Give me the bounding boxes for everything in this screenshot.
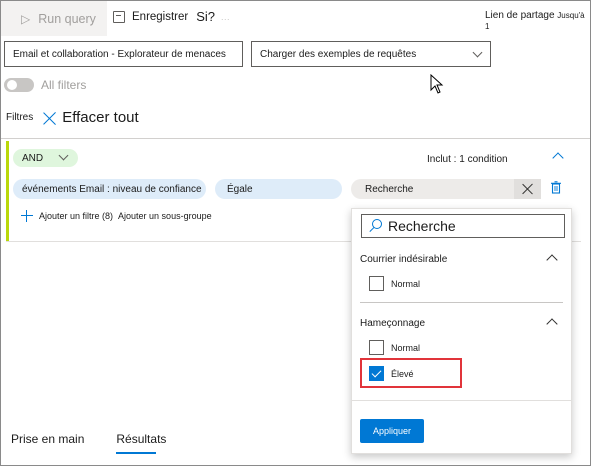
- share-link-label: Lien de partage: [485, 10, 555, 21]
- add-subgroup-button[interactable]: Ajouter un sous-groupe: [118, 211, 212, 221]
- filters-header: Filtres Effacer tout: [6, 109, 139, 126]
- all-filters-toggle-row: All filters: [4, 78, 86, 92]
- dropdown-search-placeholder: Recherche: [388, 218, 456, 234]
- confidence-level-dropdown-panel: Recherche Courrier indésirable Normal Ha…: [351, 208, 572, 454]
- clear-value-icon[interactable]: [514, 179, 541, 199]
- delete-condition-icon[interactable]: [551, 181, 561, 194]
- highlight-box: [360, 358, 462, 388]
- checkbox[interactable]: [369, 340, 384, 355]
- condition-operator-label: Égale: [227, 183, 253, 195]
- tab-getting-started[interactable]: Prise en main: [11, 432, 84, 446]
- option-label: Normal: [391, 342, 421, 353]
- save-separator: Si?: [196, 9, 216, 24]
- group-operator-dropdown[interactable]: AND: [13, 149, 78, 167]
- condition-value-input[interactable]: Recherche: [351, 179, 541, 199]
- run-query-label: Run query: [38, 11, 96, 26]
- explorer-selector[interactable]: Email et collaboration - Explorateur de …: [4, 41, 243, 67]
- divider: [352, 400, 571, 401]
- share-link-button[interactable]: Lien de partage Jusqu'à 1: [485, 10, 590, 32]
- include-condition-count: Inclut : 1 condition: [427, 154, 508, 165]
- collapse-section-icon[interactable]: [546, 318, 558, 330]
- save-label: Enregistrer: [132, 10, 189, 23]
- all-filters-label: All filters: [41, 78, 87, 92]
- section-title-phish: Hameçonnage: [360, 318, 426, 329]
- option-spam-normal[interactable]: Normal: [369, 276, 420, 291]
- toolbar: ▷ Run query Enregistrer Si? ... Lien de …: [1, 1, 590, 36]
- checkbox[interactable]: [369, 276, 384, 291]
- condition-operator-dropdown[interactable]: Égale: [215, 179, 342, 199]
- collapse-section-icon[interactable]: [546, 254, 558, 266]
- clear-all-button[interactable]: Effacer tout: [62, 109, 138, 126]
- run-query-button[interactable]: ▷ Run query: [1, 1, 107, 36]
- add-icon: [21, 210, 33, 222]
- mouse-cursor-icon: [430, 74, 444, 94]
- divider: [360, 302, 563, 303]
- option-phish-normal[interactable]: Normal: [369, 340, 420, 355]
- all-filters-toggle[interactable]: [4, 78, 34, 92]
- query-builder-window: ▷ Run query Enregistrer Si? ... Lien de …: [0, 0, 591, 466]
- condition-field-dropdown[interactable]: événements Email : niveau de confiance: [13, 179, 206, 199]
- option-label: Normal: [391, 278, 421, 289]
- dropdown-search-input[interactable]: Recherche: [361, 214, 565, 238]
- add-filter-button[interactable]: Ajouter un filtre (8): [39, 211, 113, 221]
- clear-all-icon[interactable]: [43, 111, 57, 125]
- chevron-down-icon: [58, 150, 69, 161]
- search-icon: [368, 219, 382, 233]
- sample-queries-dropdown[interactable]: Charger des exemples de requêtes: [251, 41, 491, 67]
- add-row: Ajouter un filtre (8) Ajouter un sous-gr…: [21, 210, 212, 222]
- play-icon: ▷: [21, 11, 31, 26]
- condition-value-placeholder: Recherche: [365, 183, 414, 195]
- group-operator-label: AND: [22, 152, 44, 164]
- tab-results[interactable]: Résultats: [116, 432, 166, 454]
- chevron-down-icon: [472, 47, 483, 58]
- condition-field-label: événements Email : niveau de confiance: [22, 183, 202, 195]
- filters-label: Filtres: [6, 112, 34, 123]
- divider: [1, 138, 590, 139]
- apply-button[interactable]: Appliquer: [360, 419, 424, 443]
- save-button[interactable]: Enregistrer Si? ...: [113, 9, 230, 24]
- save-icon: [113, 10, 125, 23]
- save-faded-text: ...: [221, 11, 231, 22]
- section-title-spam: Courrier indésirable: [360, 254, 448, 265]
- result-tabs: Prise en main Résultats: [11, 432, 166, 454]
- sample-queries-label: Charger des exemples de requêtes: [260, 48, 417, 60]
- explorer-selector-label: Email et collaboration - Explorateur de …: [13, 48, 226, 60]
